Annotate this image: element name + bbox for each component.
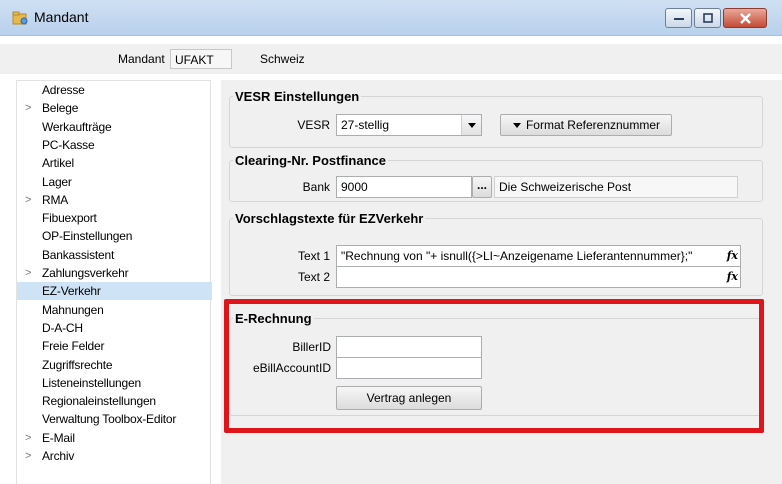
sidebar-item[interactable]: Adresse	[17, 81, 212, 99]
minimize-button[interactable]	[665, 8, 692, 28]
close-icon	[740, 13, 751, 24]
text1-label: Text 1	[297, 249, 330, 263]
bank-browse-button[interactable]: ...	[472, 176, 492, 198]
sidebar-item[interactable]: Werkaufträge	[17, 118, 212, 136]
text2-label: Text 2	[297, 270, 330, 284]
vesr-label: VESR	[297, 118, 330, 132]
sidebar-item-label: PC-Kasse	[42, 137, 95, 152]
sidebar-item-label: D-A-CH	[42, 320, 83, 335]
sidebar-item-label: Listeneinstellungen	[42, 375, 141, 390]
sidebar-item[interactable]: Zugriffsrechte	[17, 356, 212, 374]
sidebar-item[interactable]: > RMA	[17, 191, 212, 209]
sidebar-item-label: Belege	[42, 101, 79, 116]
mandant-code-field: UFAKT	[170, 49, 232, 69]
chevron-down-icon	[468, 123, 476, 128]
sidebar-item-label: Verwaltung Toolbox-Editor	[42, 412, 177, 427]
sidebar-item[interactable]: Fibuexport	[17, 209, 212, 227]
sidebar-item-label: E-Mail	[42, 430, 75, 445]
minimize-icon	[674, 18, 684, 20]
chevron-right-icon[interactable]: >	[25, 264, 31, 282]
app-folder-icon	[12, 11, 28, 25]
chevron-right-icon[interactable]: >	[25, 191, 31, 209]
sidebar-item[interactable]: > Archiv	[17, 447, 212, 465]
fx-formula-icon[interactable]: fx	[727, 270, 738, 283]
text1-value: "Rechnung von "+ isnull({>LI~Anzeigename…	[341, 249, 693, 263]
sidebar-item-label: Mahnungen	[42, 302, 104, 317]
highlight-frame	[224, 299, 764, 433]
sidebar-item-label: Fibuexport	[42, 211, 97, 226]
sidebar-item[interactable]: > Belege	[17, 99, 212, 117]
sidebar-item[interactable]: PC-Kasse	[17, 136, 212, 154]
sidebar-item[interactable]: EZ-Verkehr	[17, 282, 212, 301]
sidebar-item-label: Zugriffsrechte	[42, 357, 113, 372]
vesr-group-title: VESR Einstellungen	[233, 89, 362, 104]
sidebar-item[interactable]: Listeneinstellungen	[17, 374, 212, 392]
mandant-name: Schweiz	[260, 52, 305, 66]
sidebar-item-label: Lager	[42, 174, 72, 189]
text2-field[interactable]: fx	[336, 266, 741, 288]
bank-label: Bank	[302, 180, 330, 194]
sidebar-item-label: Zahlungsverkehr	[42, 266, 129, 280]
text1-field[interactable]: "Rechnung von "+ isnull({>LI~Anzeigename…	[336, 245, 741, 267]
sidebar-item[interactable]: Lager	[17, 173, 212, 191]
bank-name-display: Die Schweizerische Post	[494, 176, 738, 198]
sidebar-item[interactable]: OP-Einstellungen	[17, 227, 212, 245]
sidebar-item-label: Freie Felder	[42, 339, 105, 354]
sidebar-item[interactable]: Mahnungen	[17, 301, 212, 319]
sidebar-item-label: RMA	[42, 192, 69, 207]
format-referenznummer-button[interactable]: Format Referenznummer	[500, 114, 672, 136]
sidebar-item[interactable]: > E-Mail	[17, 429, 212, 447]
sidebar-item-label: Bankassistent	[42, 247, 115, 262]
vesr-dropdown-arrow[interactable]	[461, 115, 481, 135]
sidebar-item[interactable]: Bankassistent	[17, 246, 212, 264]
vesr-select-value: 27-stellig	[341, 118, 390, 132]
vesr-select[interactable]: 27-stellig	[336, 114, 482, 136]
sidebar-item-label: Werkaufträge	[42, 119, 112, 134]
sidebar-item[interactable]: Regionaleinstellungen	[17, 392, 212, 410]
sidebar-item[interactable]: > Zahlungsverkehr	[17, 264, 212, 282]
maximize-icon	[703, 13, 713, 23]
sidebar-item-label: EZ-Verkehr	[42, 284, 101, 299]
sidebar-item-label: OP-Einstellungen	[42, 229, 133, 244]
sidebar-item[interactable]: Freie Felder	[17, 337, 212, 355]
fx-formula-icon[interactable]: fx	[727, 249, 738, 262]
sidebar-item-label: Artikel	[42, 156, 74, 171]
sidebar-item[interactable]: Artikel	[17, 154, 212, 172]
bank-field[interactable]: 9000	[336, 176, 472, 198]
format-referenznummer-label: Format Referenznummer	[525, 118, 661, 132]
title-bar: Mandant	[0, 0, 782, 36]
mandant-label: Mandant	[118, 52, 165, 66]
settings-tree[interactable]: Adresse > Belege Werkaufträge PC-Kasse Artike…	[16, 80, 212, 484]
sidebar-item[interactable]: D-A-CH	[17, 319, 212, 337]
maximize-button[interactable]	[694, 8, 721, 28]
clearing-group-title: Clearing-Nr. Postfinance	[233, 153, 388, 168]
dropdown-triangle-icon	[512, 122, 521, 128]
vorschlag-group-title: Vorschlagstexte für EZVerkehr	[233, 211, 426, 226]
window-title: Mandant	[34, 9, 89, 25]
sidebar-item-label: Adresse	[42, 83, 85, 97]
chevron-right-icon[interactable]: >	[25, 447, 31, 465]
sidebar-item-label: Archiv	[42, 449, 75, 463]
mandant-header: Mandant UFAKT Schweiz	[0, 44, 782, 74]
sidebar-item-label: Regionaleinstellungen	[42, 394, 156, 409]
close-button[interactable]	[723, 8, 767, 28]
chevron-right-icon[interactable]: >	[25, 429, 31, 447]
sidebar-item[interactable]: Verwaltung Toolbox-Editor	[17, 410, 212, 428]
chevron-right-icon[interactable]: >	[25, 99, 31, 117]
